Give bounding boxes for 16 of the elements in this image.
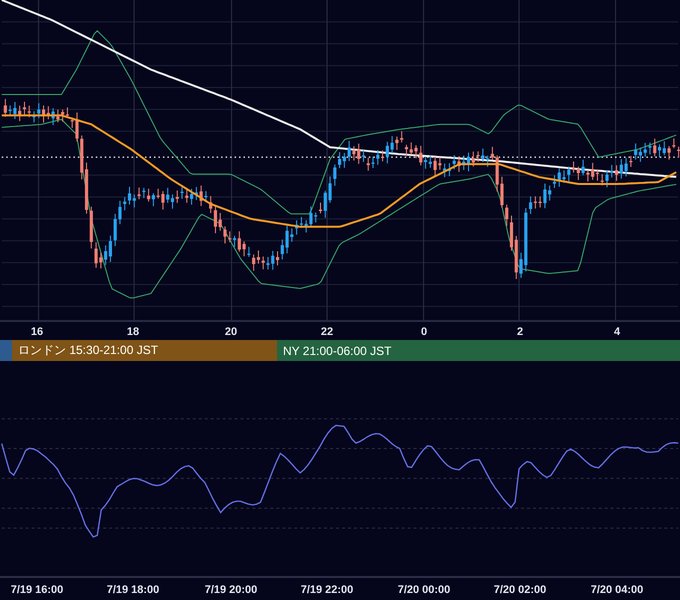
- axis-label: 2: [516, 326, 524, 338]
- axis-label: 7/20 00:00: [398, 584, 450, 596]
- axis-label: 0: [420, 326, 428, 338]
- axis-label: 18: [126, 326, 140, 338]
- axis-label: 7/19 20:00: [204, 584, 258, 596]
- axis-label: 7/20 02:00: [494, 584, 546, 596]
- axis-label: 16: [30, 326, 44, 338]
- axis-label: 4: [614, 326, 620, 338]
- axis-label: 7/19 22:00: [300, 584, 354, 596]
- axis-label: 7/20 04:00: [590, 584, 644, 596]
- session-label: ロンドン 15:30-21:00 JST: [17, 342, 158, 360]
- axis-label: 20: [224, 326, 238, 338]
- axis-label: 22: [320, 326, 334, 338]
- axis-label: 7/19 16:00: [10, 584, 64, 596]
- session-label: NY 21:00-06:00 JST: [282, 344, 392, 358]
- axis-label: 7/19 18:00: [106, 584, 160, 596]
